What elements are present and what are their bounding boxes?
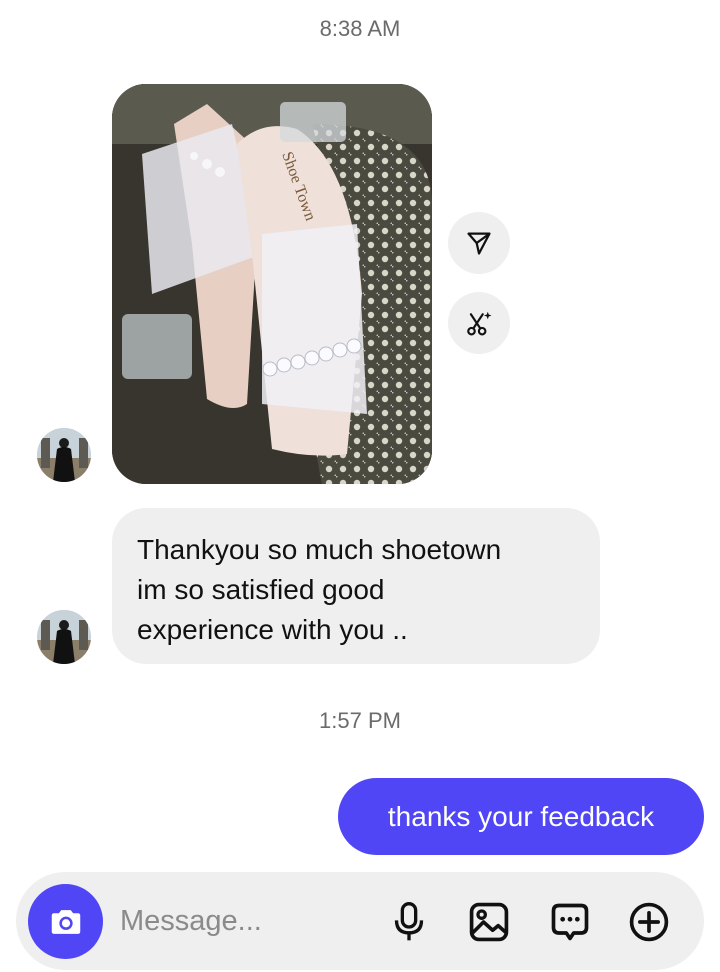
voice-message-button[interactable] <box>386 899 432 945</box>
message-line: experience with you .. <box>137 614 408 645</box>
add-circle-icon <box>629 902 669 942</box>
more-options-button[interactable] <box>626 899 672 945</box>
sandals-image: Shoe Town <box>112 84 432 484</box>
camera-button[interactable] <box>28 884 103 959</box>
edit-media-button[interactable] <box>448 292 510 354</box>
sticker-button[interactable] <box>547 899 593 945</box>
shared-photo[interactable]: Shoe Town <box>112 84 432 484</box>
message-line: im so satisfied good <box>137 574 385 605</box>
microphone-icon <box>394 902 424 941</box>
message-composer <box>16 872 704 970</box>
profile-picture <box>37 610 91 664</box>
timestamp: 1:57 PM <box>319 708 401 733</box>
avatar[interactable] <box>37 428 91 482</box>
camera-icon <box>51 909 80 934</box>
sticker-icon <box>551 903 589 941</box>
gallery-button[interactable] <box>466 899 512 945</box>
message-input[interactable] <box>120 896 370 946</box>
avatar[interactable] <box>37 610 91 664</box>
outgoing-message-bubble[interactable]: thanks your feedback <box>338 778 704 855</box>
profile-picture <box>37 428 91 482</box>
message-text: thanks your feedback <box>387 800 655 832</box>
image-icon <box>469 902 509 942</box>
timestamp: 8:38 AM <box>319 16 401 41</box>
message-line: Thankyou so much shoetown <box>137 534 502 565</box>
share-icon <box>467 232 491 255</box>
scissors-sparkle-icon <box>467 311 492 336</box>
incoming-message-bubble[interactable]: Thankyou so much shoetown im so satisfie… <box>112 508 600 664</box>
share-button[interactable] <box>448 212 510 274</box>
